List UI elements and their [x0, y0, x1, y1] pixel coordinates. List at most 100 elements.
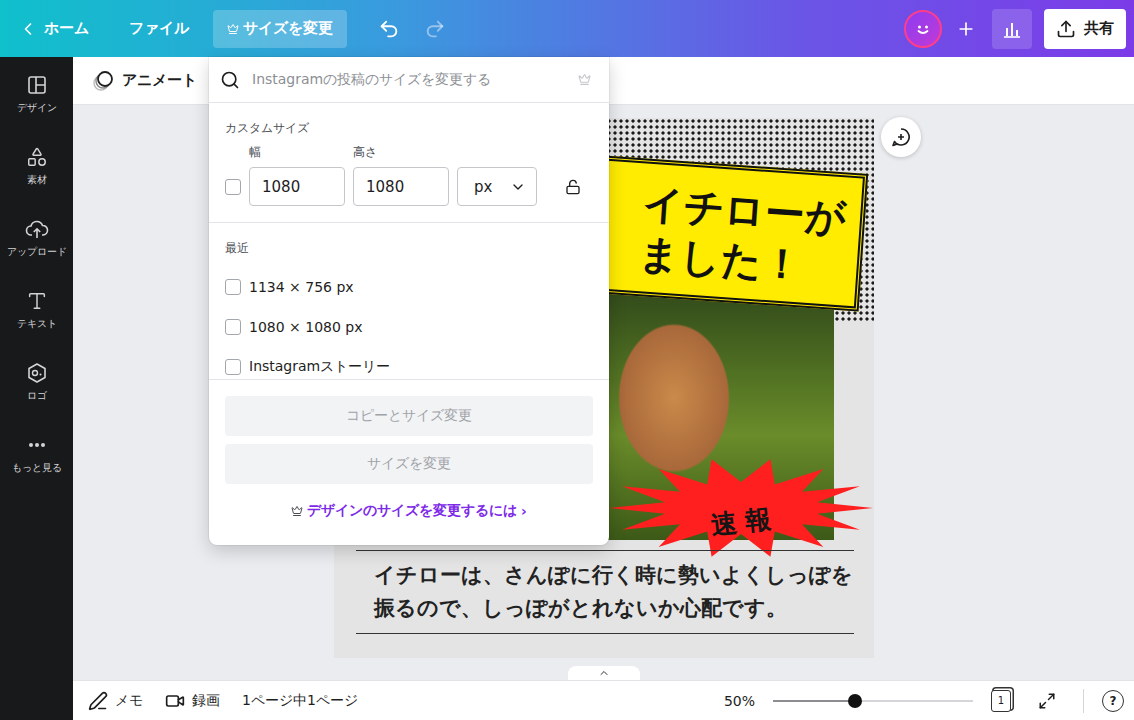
unit-select[interactable]: px	[457, 167, 537, 206]
height-input[interactable]: 1080	[353, 167, 449, 206]
unit-value: px	[474, 178, 492, 196]
design-icon	[26, 74, 48, 96]
top-left-group: ホーム ファイルサイズを変更	[18, 10, 453, 48]
help-button[interactable]: ?	[1102, 690, 1124, 712]
animate-icon	[92, 70, 114, 92]
caption-line: イチローは、さんぽに行く時に勢いよくしっぽを	[374, 559, 854, 592]
unlock-icon	[565, 179, 581, 195]
resize-menu: Instagramの投稿のサイズを変更するカスタムサイズ幅 1080 高さ 1080 p…	[209, 57, 609, 545]
chart-icon	[1001, 18, 1023, 40]
sidebar-item[interactable]: ロゴ	[0, 345, 73, 417]
file-menu[interactable]: ファイル	[129, 11, 189, 46]
sidebar-item[interactable]: アップロード	[0, 201, 73, 273]
undo-icon	[378, 18, 400, 40]
field-label: 高さ	[353, 145, 449, 159]
cloud-upload-icon	[25, 218, 49, 240]
crown-icon	[578, 73, 591, 86]
search-icon	[220, 70, 240, 90]
resize-button[interactable]: サイズを変更	[213, 10, 347, 48]
recent-list: 1134 × 756 px 1080 × 1080 px Instagramストーリ…	[225, 267, 593, 380]
notes-icon	[88, 691, 108, 711]
recent-section: 最近1134 × 756 px1080 × 1080 pxInstagramスト…	[209, 223, 609, 380]
sidebar-label: ロゴ	[27, 389, 47, 403]
breaking-text: 速報	[709, 500, 780, 542]
recent-label: Instagramストーリー	[249, 358, 390, 376]
sidebar: デザイン素材アップロードテキストロゴもっと見る	[0, 57, 73, 720]
smiley-icon	[912, 18, 934, 40]
custom-size-section: カスタムサイズ幅 1080 高さ 1080 px	[209, 103, 609, 223]
share-icon	[1056, 19, 1076, 39]
width-input[interactable]: 1080	[249, 167, 345, 206]
back-icon	[18, 19, 38, 39]
help-link-chevron: ›	[521, 503, 527, 519]
share-button[interactable]: 共有	[1044, 9, 1126, 49]
resize-actions: コピーとサイズ変更サイズを変更デザインのサイズを変更するには›	[209, 380, 609, 520]
crown-icon	[227, 23, 239, 35]
home-link[interactable]: ホーム	[18, 11, 89, 47]
caption-line: 振るので、しっぽがとれないか心配です。	[374, 592, 854, 625]
redo-icon	[424, 18, 446, 40]
recent-checkbox[interactable]	[225, 359, 241, 375]
sidebar-item[interactable]: 素材	[0, 129, 73, 201]
history-group	[371, 11, 453, 47]
field-label: 幅	[249, 145, 345, 159]
animate-button[interactable]: アニメート	[86, 69, 203, 93]
more-icon	[26, 434, 48, 456]
zoom-value: 50%	[724, 693, 755, 709]
sidebar-label: デザイン	[17, 101, 57, 115]
fullscreen-button[interactable]	[1029, 683, 1065, 719]
help-link-text: デザインのサイズを変更するには	[307, 502, 517, 520]
width-field: 幅 1080	[249, 145, 345, 206]
user-avatar[interactable]	[904, 10, 942, 48]
plus-icon	[956, 19, 976, 39]
custom-size-checkbox[interactable]	[225, 179, 241, 195]
recent-item[interactable]: Instagramストーリー	[225, 347, 593, 380]
sidebar-item[interactable]: もっと見る	[0, 417, 73, 489]
page-indicator: 1ページ中1ページ	[242, 692, 358, 710]
top-right-group: 共有	[904, 9, 1126, 49]
recent-checkbox[interactable]	[225, 319, 241, 335]
add-comment-button[interactable]	[881, 117, 921, 157]
crown-icon	[291, 505, 303, 517]
resize-action-button[interactable]: サイズを変更	[225, 444, 593, 484]
recent-checkbox[interactable]	[225, 279, 241, 295]
notes-button[interactable]: メモ	[88, 691, 143, 711]
redo-button[interactable]	[417, 11, 453, 47]
logo-icon	[26, 362, 48, 384]
expand-pages-tab[interactable]	[568, 666, 640, 680]
aspect-lock-button[interactable]	[557, 167, 589, 206]
add-member-button[interactable]	[948, 11, 984, 47]
sidebar-label: テキスト	[17, 317, 57, 331]
insights-button[interactable]	[992, 9, 1032, 49]
recent-item[interactable]: 1134 × 756 px	[225, 267, 593, 307]
sidebar-label: 素材	[27, 173, 47, 187]
section-title: カスタムサイズ	[225, 121, 593, 135]
sidebar-label: もっと見る	[12, 461, 62, 475]
recent-item[interactable]: 1080 × 1080 px	[225, 307, 593, 347]
zoom-group: 50% 1?	[724, 683, 1124, 719]
recent-label: 1134 × 756 px	[249, 279, 354, 295]
sidebar-label: アップロード	[7, 245, 67, 259]
resize-search[interactable]: Instagramの投稿のサイズを変更する	[209, 57, 609, 103]
chevron-down-icon	[510, 179, 526, 195]
sidebar-item[interactable]: テキスト	[0, 273, 73, 345]
zoom-fill	[773, 700, 855, 702]
resize-action-button[interactable]: コピーとサイズ変更	[225, 396, 593, 436]
record-button[interactable]: 録画	[165, 691, 220, 711]
bottom-bar: メモ 録画 1ページ中1ページ 50% 1?	[73, 680, 1134, 720]
sidebar-item[interactable]: デザイン	[0, 57, 73, 129]
caption[interactable]: イチローは、さんぽに行く時に勢いよくしっぽを振るので、しっぽがとれないか心配です…	[356, 550, 854, 634]
top-bar: ホーム ファイルサイズを変更 共有	[0, 0, 1134, 57]
recent-label: 1080 × 1080 px	[249, 319, 363, 335]
height-field: 高さ 1080	[353, 145, 449, 206]
breaking-badge[interactable]: 速報	[609, 458, 874, 554]
elements-icon	[26, 146, 48, 168]
app: ホームファイルサイズを変更共有デザイン素材アップロードテキストロゴもっと見るアニ…	[0, 0, 1134, 720]
zoom-thumb[interactable]	[848, 694, 862, 708]
search-placeholder: Instagramの投稿のサイズを変更する	[252, 71, 566, 89]
page-view-button[interactable]: 1	[991, 690, 1011, 712]
undo-button[interactable]	[371, 11, 407, 47]
bottom-divider	[1083, 689, 1084, 713]
resize-help-link[interactable]: デザインのサイズを変更するには›	[225, 502, 593, 520]
zoom-slider[interactable]	[773, 700, 973, 702]
